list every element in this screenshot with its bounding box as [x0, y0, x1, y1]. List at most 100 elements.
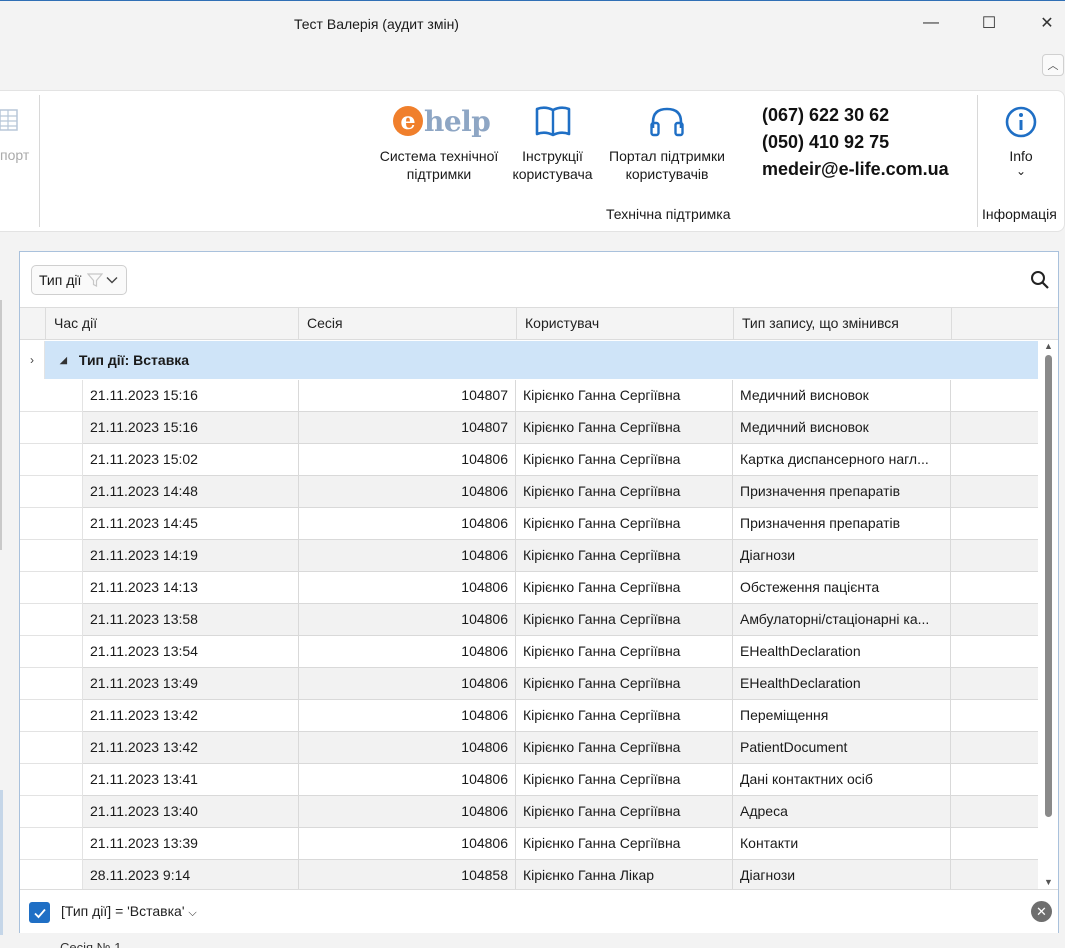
table-export-icon[interactable]	[0, 108, 18, 132]
cell-user[interactable]: Кірієнко Ганна Сергіївна	[516, 668, 733, 699]
export-button-label[interactable]: порт	[0, 147, 29, 163]
cell-time[interactable]: 21.11.2023 14:19	[83, 540, 299, 571]
ribbon-collapse-button[interactable]: ︿	[1042, 54, 1064, 76]
support-portal-button[interactable]: Портал підтримки користувачів	[600, 147, 734, 183]
cell-record-type[interactable]: Обстеження пацієнта	[733, 572, 951, 603]
cell-empty[interactable]	[951, 380, 1038, 411]
cell-session[interactable]: 104806	[299, 732, 516, 763]
row-indicator[interactable]	[20, 572, 83, 604]
table-row[interactable]: 21.11.2023 14:48 104806 Кірієнко Ганна Сер…	[20, 476, 1038, 508]
cell-session[interactable]: 104806	[299, 444, 516, 475]
row-indicator[interactable]	[20, 476, 83, 508]
row-indicator[interactable]	[20, 764, 83, 796]
filter-enabled-checkbox[interactable]	[29, 902, 50, 923]
cell-session[interactable]: 104806	[299, 796, 516, 827]
minimize-button[interactable]: —	[919, 11, 943, 35]
cell-user[interactable]: Кірієнко Ганна Сергіївна	[516, 764, 733, 795]
cell-session[interactable]: 104807	[299, 412, 516, 443]
table-row[interactable]: 21.11.2023 13:42 104806 Кірієнко Ганна Сер…	[20, 700, 1038, 732]
cell-session[interactable]: 104806	[299, 476, 516, 507]
row-indicator[interactable]	[20, 828, 83, 860]
table-row[interactable]: 21.11.2023 14:45 104806 Кірієнко Ганна Сер…	[20, 508, 1038, 540]
cell-user[interactable]: Кірієнко Ганна Сергіївна	[516, 796, 733, 827]
row-indicator[interactable]	[20, 540, 83, 572]
table-row[interactable]: 21.11.2023 13:54 104806 Кірієнко Ганна Сер…	[20, 636, 1038, 668]
cell-record-type[interactable]: Дані контактних осіб	[733, 764, 951, 795]
filter-expression[interactable]: [Тип дії] = 'Вставка' ⌵	[61, 903, 197, 920]
row-indicator[interactable]	[20, 380, 83, 412]
cell-record-type[interactable]: Діагнози	[733, 860, 951, 891]
search-icon[interactable]	[1030, 270, 1050, 290]
cell-empty[interactable]	[951, 476, 1038, 507]
cell-empty[interactable]	[951, 668, 1038, 699]
cell-time[interactable]: 21.11.2023 13:41	[83, 764, 299, 795]
scroll-down-icon[interactable]: ▼	[1044, 877, 1053, 887]
cell-record-type[interactable]: Адреса	[733, 796, 951, 827]
cell-empty[interactable]	[951, 828, 1038, 859]
cell-user[interactable]: Кірієнко Ганна Сергіївна	[516, 412, 733, 443]
cell-session[interactable]: 104806	[299, 636, 516, 667]
cell-time[interactable]: 21.11.2023 13:42	[83, 700, 299, 731]
filter-icon[interactable]	[87, 272, 104, 288]
row-indicator[interactable]	[20, 604, 83, 636]
cell-record-type[interactable]: PatientDocument	[733, 732, 951, 763]
cell-time[interactable]: 21.11.2023 15:02	[83, 444, 299, 475]
cell-session[interactable]: 104806	[299, 764, 516, 795]
cell-record-type[interactable]: Амбулаторні/стаціонарні ка...	[733, 604, 951, 635]
cell-session[interactable]: 104806	[299, 668, 516, 699]
user-instructions-button[interactable]: Інструкції користувача	[505, 147, 600, 183]
table-row[interactable]: 21.11.2023 14:13 104806 Кірієнко Ганна Сер…	[20, 572, 1038, 604]
group-by-chip[interactable]: Тип дії	[31, 265, 127, 295]
row-indicator[interactable]	[20, 412, 83, 444]
cell-time[interactable]: 21.11.2023 15:16	[83, 412, 299, 443]
row-indicator[interactable]	[20, 860, 83, 892]
cell-empty[interactable]	[951, 700, 1038, 731]
close-button[interactable]: ✕	[1035, 11, 1059, 35]
cell-user[interactable]: Кірієнко Ганна Сергіївна	[516, 604, 733, 635]
cell-empty[interactable]	[951, 636, 1038, 667]
vertical-scrollbar[interactable]: ▲ ▼	[1041, 341, 1057, 889]
cell-record-type[interactable]: Контакти	[733, 828, 951, 859]
scroll-up-icon[interactable]: ▲	[1044, 341, 1053, 351]
cell-time[interactable]: 21.11.2023 13:42	[83, 732, 299, 763]
cell-empty[interactable]	[951, 540, 1038, 571]
cell-session[interactable]: 104806	[299, 700, 516, 731]
cell-user[interactable]: Кірієнко Ганна Сергіївна	[516, 700, 733, 731]
table-row[interactable]: 28.11.2023 9:14 104858 Кірієнко Ганна Ліка…	[20, 860, 1038, 892]
row-indicator[interactable]	[20, 444, 83, 476]
cell-empty[interactable]	[951, 604, 1038, 635]
table-row[interactable]: 21.11.2023 13:49 104806 Кірієнко Ганна Сер…	[20, 668, 1038, 700]
cell-user[interactable]: Кірієнко Ганна Сергіївна	[516, 828, 733, 859]
cell-time[interactable]: 21.11.2023 13:40	[83, 796, 299, 827]
cell-user[interactable]: Кірієнко Ганна Сергіївна	[516, 380, 733, 411]
cell-empty[interactable]	[951, 764, 1038, 795]
cell-session[interactable]: 104806	[299, 828, 516, 859]
cell-record-type[interactable]: Переміщення	[733, 700, 951, 731]
cell-user[interactable]: Кірієнко Ганна Сергіївна	[516, 636, 733, 667]
cell-session[interactable]: 104806	[299, 540, 516, 571]
ehelp-logo[interactable]: e help	[393, 101, 491, 141]
maximize-button[interactable]: ☐	[977, 11, 1001, 35]
cell-session[interactable]: 104858	[299, 860, 516, 891]
cell-time[interactable]: 21.11.2023 14:45	[83, 508, 299, 539]
cell-record-type[interactable]: Медичний висновок	[733, 412, 951, 443]
table-row[interactable]: 21.11.2023 13:58 104806 Кірієнко Ганна Сер…	[20, 604, 1038, 636]
cell-empty[interactable]	[951, 572, 1038, 603]
column-header-session[interactable]: Сесія	[298, 308, 516, 339]
cell-session[interactable]: 104807	[299, 380, 516, 411]
cell-session[interactable]: 104806	[299, 604, 516, 635]
chevron-down-icon[interactable]: ⌄	[1012, 162, 1030, 180]
table-row[interactable]: 21.11.2023 15:16 104807 Кірієнко Ганна Сер…	[20, 412, 1038, 444]
scrollbar-thumb[interactable]	[1045, 355, 1052, 817]
cell-time[interactable]: 21.11.2023 13:58	[83, 604, 299, 635]
cell-record-type[interactable]: Медичний висновок	[733, 380, 951, 411]
cell-session[interactable]: 104806	[299, 508, 516, 539]
table-row[interactable]: 21.11.2023 13:39 104806 Кірієнко Ганна Сер…	[20, 828, 1038, 860]
table-row[interactable]: 21.11.2023 13:42 104806 Кірієнко Ганна Сер…	[20, 732, 1038, 764]
row-indicator[interactable]	[20, 636, 83, 668]
row-expander[interactable]: ›	[20, 341, 45, 379]
row-indicator[interactable]	[20, 796, 83, 828]
chevron-down-icon[interactable]: ⌵	[188, 907, 196, 919]
cell-time[interactable]: 21.11.2023 15:16	[83, 380, 299, 411]
cell-user[interactable]: Кірієнко Ганна Сергіївна	[516, 732, 733, 763]
